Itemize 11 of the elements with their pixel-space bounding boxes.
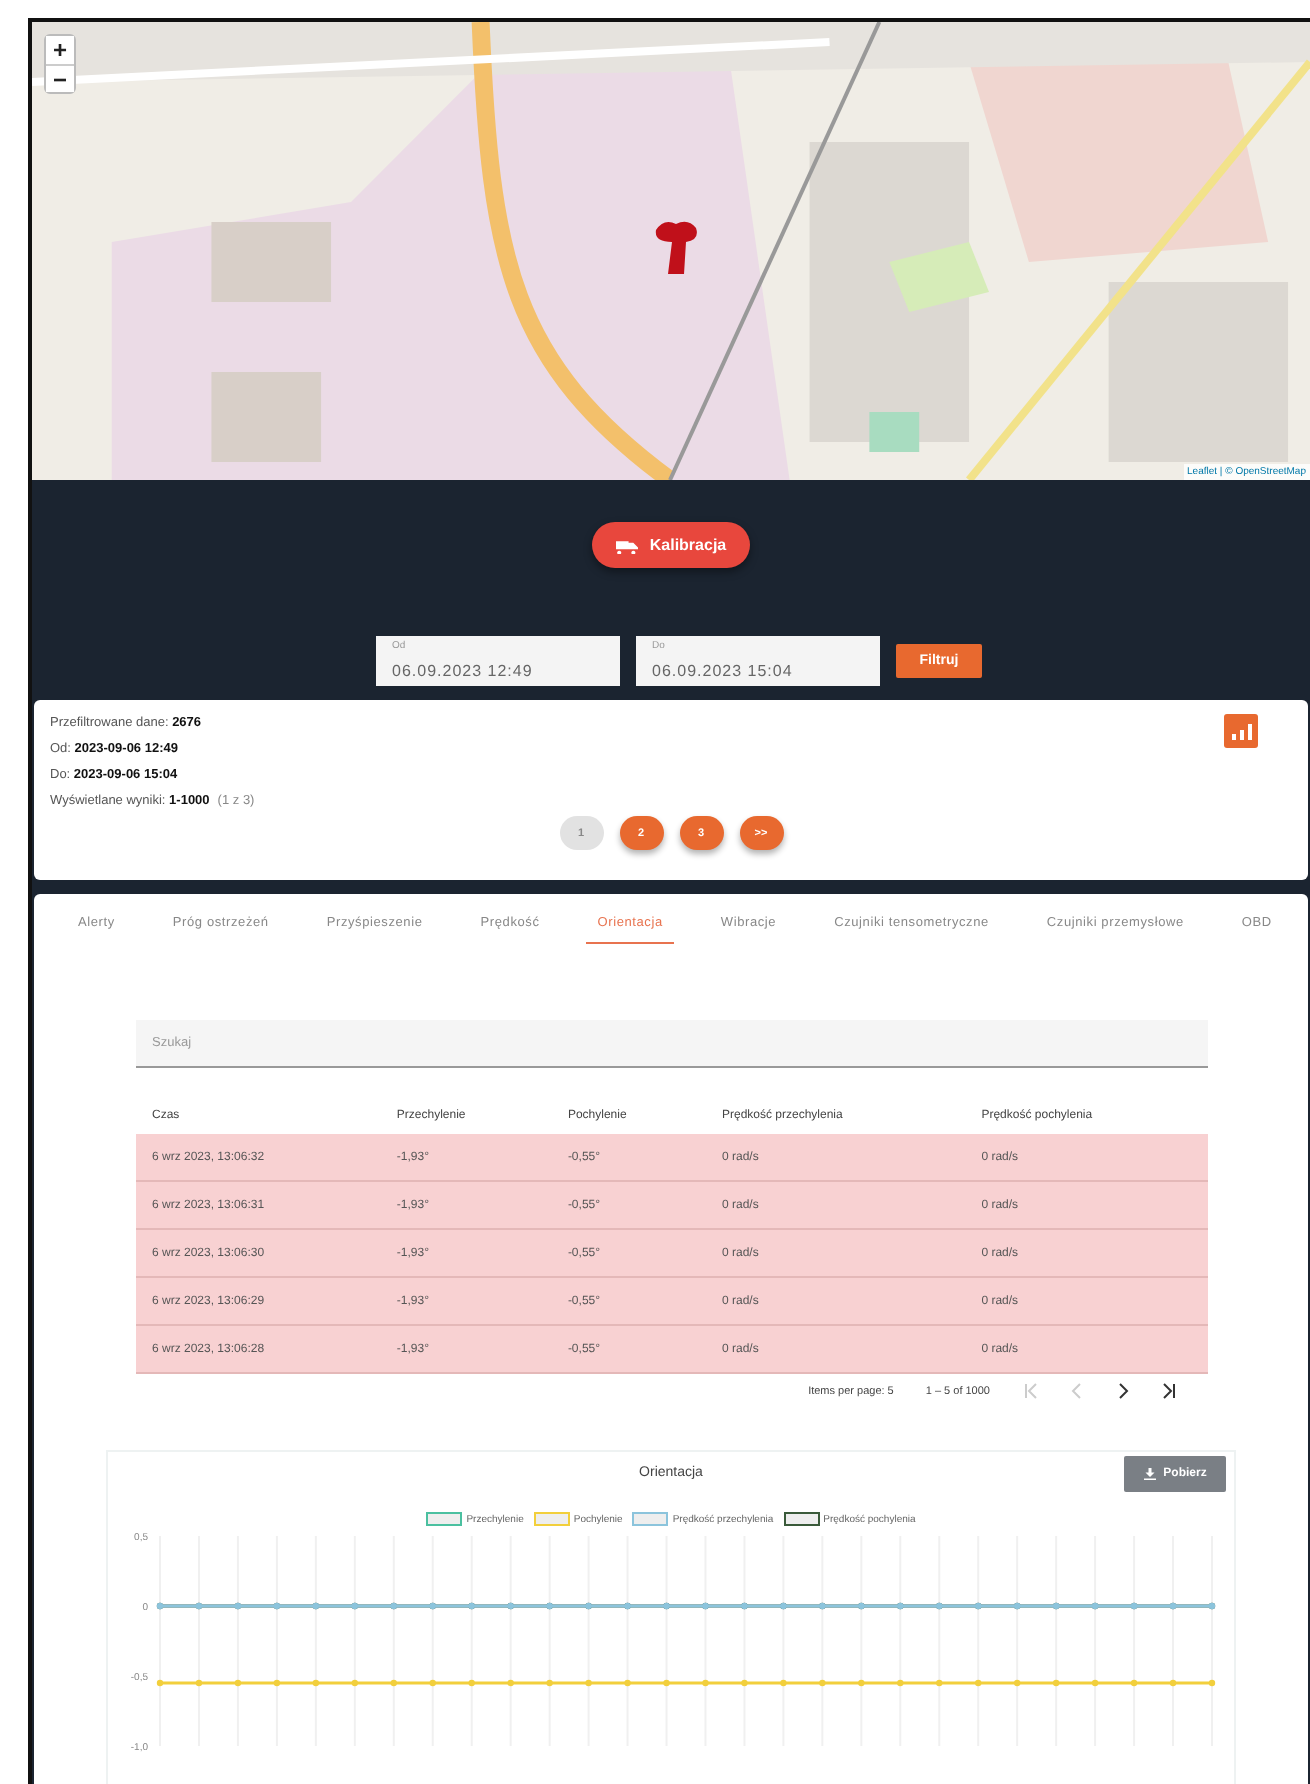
download-icon — [1143, 1468, 1156, 1480]
calibration-button[interactable]: Kalibracja — [591, 522, 751, 568]
legend-swatch[interactable] — [632, 1512, 669, 1526]
marker-icon[interactable] — [652, 218, 700, 274]
chevron-right-icon[interactable] — [1114, 1382, 1132, 1400]
bar-chart-icon[interactable] — [1224, 714, 1258, 748]
vehicle-icon — [615, 537, 638, 553]
legend-swatch[interactable] — [783, 1512, 820, 1526]
legend-swatch[interactable] — [426, 1512, 463, 1526]
zoom-out-button[interactable]: − — [46, 64, 74, 92]
last-page-icon[interactable] — [1160, 1382, 1178, 1400]
